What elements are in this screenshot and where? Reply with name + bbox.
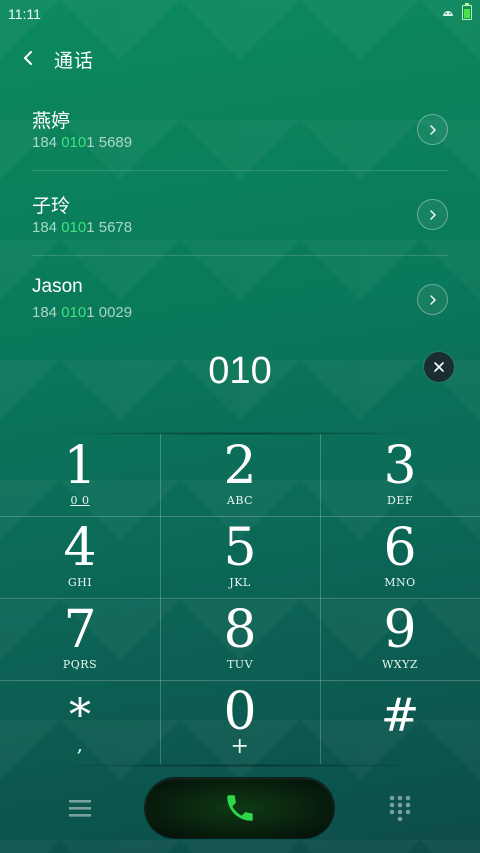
key-5[interactable]: 5 JKL bbox=[160, 516, 320, 598]
contact-detail-button[interactable] bbox=[417, 199, 448, 230]
contact-name: 子玲 bbox=[32, 196, 71, 217]
page-title: 通话 bbox=[54, 51, 95, 72]
number-match-highlight: 010 bbox=[61, 219, 87, 236]
close-icon bbox=[434, 362, 444, 372]
key-4[interactable]: 4 GHI bbox=[0, 516, 160, 598]
contact-item[interactable]: 子玲 184 0101 5678 bbox=[32, 171, 448, 256]
chevron-right-icon bbox=[429, 294, 436, 305]
dial-input-display: 010 bbox=[208, 350, 272, 392]
number-match-highlight: 010 bbox=[61, 304, 87, 321]
battery-icon bbox=[462, 3, 472, 20]
status-time: 11:11 bbox=[8, 6, 41, 22]
chevron-right-icon bbox=[429, 124, 436, 135]
key-7[interactable]: 7 PQRS bbox=[0, 598, 160, 680]
menu-icon[interactable] bbox=[66, 796, 94, 820]
contact-detail-button[interactable] bbox=[417, 284, 448, 315]
contact-number: 184 0101 5678 bbox=[32, 219, 133, 236]
contact-detail-button[interactable] bbox=[417, 114, 448, 145]
key-0[interactable]: 0 + bbox=[160, 680, 320, 762]
status-bar: 11:11 bbox=[0, 0, 480, 28]
phone-icon bbox=[226, 795, 253, 821]
key-3[interactable]: 3 DEF bbox=[320, 434, 480, 516]
contact-suggestions: 燕婷 184 0101 5689 子玲 184 0101 5678 Jason … bbox=[32, 86, 448, 341]
call-button[interactable] bbox=[145, 778, 334, 838]
voicemail-label: 0 0 bbox=[70, 494, 90, 507]
number-match-highlight: 010 bbox=[61, 134, 87, 151]
clear-button[interactable] bbox=[424, 352, 454, 382]
key-1[interactable]: 1 0 0 bbox=[0, 434, 160, 516]
bottom-action-bar bbox=[0, 776, 480, 840]
keypad: 1 0 0 2 ABC 3 DEF 4 GHI 5 JKL 6 MNO 7 PQ… bbox=[0, 432, 480, 767]
key-8[interactable]: 8 TUV bbox=[160, 598, 320, 680]
key-6[interactable]: 6 MNO bbox=[320, 516, 480, 598]
contact-number: 184 0101 5689 bbox=[32, 134, 133, 151]
contact-name: Jason bbox=[32, 276, 83, 297]
chevron-left-icon bbox=[24, 51, 32, 65]
key-2[interactable]: 2 ABC bbox=[160, 434, 320, 516]
header: 通话 bbox=[0, 38, 480, 78]
key-hash[interactable]: # bbox=[320, 680, 480, 762]
chevron-right-icon bbox=[429, 209, 436, 220]
key-9[interactable]: 9 WXYZ bbox=[320, 598, 480, 680]
contact-number: 184 0101 0029 bbox=[32, 304, 133, 321]
dialpad-icon[interactable] bbox=[387, 794, 413, 822]
android-icon bbox=[443, 11, 453, 16]
contact-name: 燕婷 bbox=[32, 111, 71, 132]
key-star[interactable]: * , bbox=[0, 680, 160, 762]
contact-item[interactable]: Jason 184 0101 0029 bbox=[32, 256, 448, 341]
keypad-bottom-divider bbox=[40, 764, 440, 767]
contact-item[interactable]: 燕婷 184 0101 5689 bbox=[32, 86, 448, 171]
back-button[interactable] bbox=[14, 42, 44, 72]
